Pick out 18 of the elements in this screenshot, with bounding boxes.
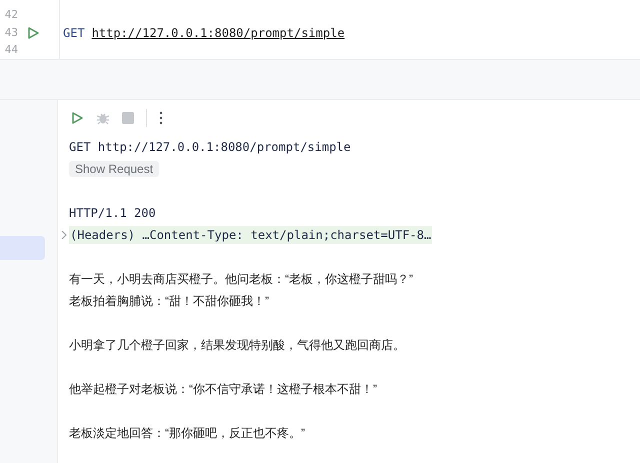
line-number: 43 bbox=[4, 24, 18, 41]
response-text: 小明拿了几个橙子回家，结果发现特别酸，气得他又跑回商店。 bbox=[69, 337, 405, 354]
response-text: 老板拍着胸脯说：“甜！不甜你砸我！” bbox=[69, 293, 269, 310]
line-number: 42 bbox=[4, 7, 18, 24]
run-icon[interactable] bbox=[26, 26, 40, 40]
chevron-right-icon[interactable] bbox=[61, 231, 67, 239]
run-icon[interactable] bbox=[70, 111, 84, 125]
url-link[interactable]: http://127.0.0.1:8080/prompt/simple bbox=[92, 24, 345, 42]
more-icon[interactable] bbox=[159, 111, 163, 125]
http-method: GET bbox=[63, 25, 85, 42]
request-line: GET http://127.0.0.1:8080/prompt/simple bbox=[69, 139, 351, 156]
status-line: HTTP/1.1 200 bbox=[69, 205, 156, 222]
response-text: 有一天，小明去商店买橙子。他问老板：“老板，你这橙子甜吗？” bbox=[69, 271, 413, 288]
line-number: 44 bbox=[4, 42, 18, 58]
show-request-button[interactable]: Show Request bbox=[69, 161, 160, 177]
response-text: 老板淡定地回答：“那你砸吧，反正也不疼。” bbox=[69, 425, 305, 442]
response-text: 他举起橙子对老板说：“你不信守承诺！这橙子根本不甜！” bbox=[69, 381, 377, 398]
headers-summary[interactable]: (Headers) …Content-Type: text/plain;charset=UTF-8… bbox=[69, 226, 432, 244]
